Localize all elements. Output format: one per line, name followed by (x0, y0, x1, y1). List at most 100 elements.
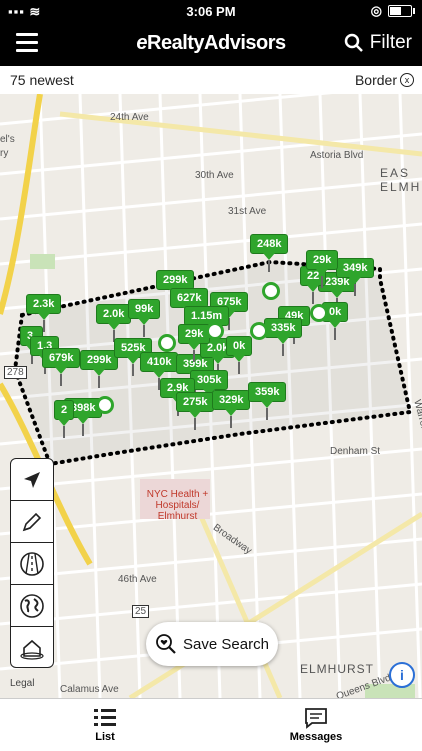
pin-stem (334, 328, 337, 340)
bottom-tab-bar: List Messages (0, 698, 422, 751)
pin-price: 359k (248, 382, 287, 408)
pin-price: 2.0k (96, 304, 132, 330)
location-dot[interactable] (158, 334, 176, 352)
listing-pin[interactable]: 248k (250, 234, 289, 272)
pin-price: 299k (156, 270, 195, 296)
pin-stem (268, 260, 271, 272)
close-icon[interactable]: x (400, 73, 414, 87)
listing-pin[interactable]: 2 (54, 400, 75, 438)
pin-price: 2.3k (26, 294, 62, 320)
location-dot[interactable] (250, 322, 268, 340)
listing-pin[interactable]: 349k (336, 258, 375, 296)
location-arrow-icon (24, 471, 40, 488)
save-search-label: Save Search (183, 635, 269, 653)
globe-icon (20, 593, 44, 618)
info-icon[interactable]: i (389, 662, 415, 688)
tab-list[interactable]: List (65, 705, 145, 743)
pin-stem (230, 416, 233, 428)
location-dot[interactable] (262, 282, 280, 300)
pin-stem (194, 418, 197, 430)
listing-pin[interactable]: 99k (128, 299, 161, 337)
pin-stem (143, 325, 146, 337)
pin-price: 679k (42, 348, 81, 374)
heart-search-icon (156, 634, 176, 654)
map-tools-panel (10, 458, 54, 668)
message-icon (305, 708, 327, 729)
pin-stem (312, 292, 315, 304)
draw-button[interactable] (11, 501, 53, 543)
pin-price: 248k (250, 234, 289, 260)
area-label: ELMHU (380, 180, 422, 194)
brand-name: RealtyAdvisors (147, 32, 286, 54)
location-dot[interactable] (310, 304, 328, 322)
pin-price: 29k (178, 324, 211, 350)
pin-stem (82, 424, 85, 436)
street-label: 24th Ave (110, 112, 149, 123)
pin-stem (354, 284, 357, 296)
map-view[interactable]: 24th Ave Astoria Blvd 30th Ave 31st Ave … (0, 94, 422, 698)
tab-messages-label: Messages (289, 731, 343, 743)
border-label: Border (354, 72, 397, 88)
pin-price: 1.15m (184, 306, 230, 332)
status-time: 3:06 PM (186, 4, 236, 19)
border-toggle[interactable]: Border x (355, 72, 414, 88)
pin-price: 335k (264, 318, 303, 344)
save-search-button[interactable]: Save Search (146, 622, 278, 666)
list-icon (94, 709, 116, 726)
place-label: el's (0, 134, 15, 145)
pin-stem (266, 408, 269, 420)
filter-label: Filter (369, 32, 412, 53)
lock-rotation-icon: ◎ (370, 3, 382, 18)
brand-prefix: e (136, 32, 147, 54)
listing-pin[interactable]: 275k (176, 392, 215, 430)
pin-price: 0k (226, 336, 253, 362)
listing-pin[interactable]: 679k (42, 348, 81, 386)
street-label: 30th Ave (195, 170, 234, 181)
pin-price: 349k (336, 258, 375, 284)
road-icon (20, 551, 44, 576)
pencil-icon (22, 512, 42, 531)
listing-pin[interactable]: 335k (264, 318, 303, 356)
listing-pin[interactable]: 29k (306, 250, 339, 288)
listing-pin[interactable]: 2.0k (96, 304, 132, 342)
street-label: Astoria Blvd (310, 150, 364, 161)
locate-button[interactable] (11, 459, 53, 501)
tab-messages[interactable]: Messages (276, 705, 356, 743)
area-label: EAS (380, 166, 411, 180)
search-icon (344, 33, 363, 52)
pin-stem (238, 362, 241, 374)
pin-stem (63, 426, 66, 438)
area-label: ELMHURST (300, 662, 375, 676)
results-count: 75 newest (10, 72, 74, 88)
pin-price: 275k (176, 392, 215, 418)
legal-link[interactable]: Legal (10, 678, 34, 689)
street-label: 31st Ave (228, 206, 267, 217)
place-label: ry (0, 148, 9, 159)
pin-price: 299k (80, 350, 119, 376)
home-area-button[interactable] (11, 627, 53, 668)
listing-pin[interactable]: 329k (212, 390, 251, 428)
location-dot[interactable] (206, 322, 224, 340)
status-bar: ▪▪▪ ≋ 3:06 PM ◎ (0, 0, 422, 22)
listing-pin[interactable]: 299k (80, 350, 119, 388)
filter-button[interactable]: Filter (344, 32, 412, 54)
listing-pin[interactable]: 359k (248, 382, 287, 420)
road-view-button[interactable] (11, 543, 53, 585)
pin-stem (60, 374, 63, 386)
pin-price: 329k (212, 390, 251, 416)
pin-price: 29k (306, 250, 339, 276)
battery-icon (388, 5, 415, 17)
route-25-shield: 25 (132, 605, 150, 618)
location-dot[interactable] (96, 396, 114, 414)
pin-price: 410k (140, 352, 179, 378)
pin-price: 99k (128, 299, 161, 325)
hospital-label: NYC Health + Hospitals/ Elmhurst (146, 489, 209, 522)
satellite-button[interactable] (11, 585, 53, 627)
battery-area: ◎ (370, 3, 415, 19)
listing-pin[interactable]: 0k (226, 336, 253, 374)
pin-stem (132, 364, 135, 376)
tab-list-label: List (95, 731, 115, 743)
pin-stem (321, 276, 324, 288)
pin-price: 627k (170, 288, 209, 314)
pin-stem (282, 344, 285, 356)
